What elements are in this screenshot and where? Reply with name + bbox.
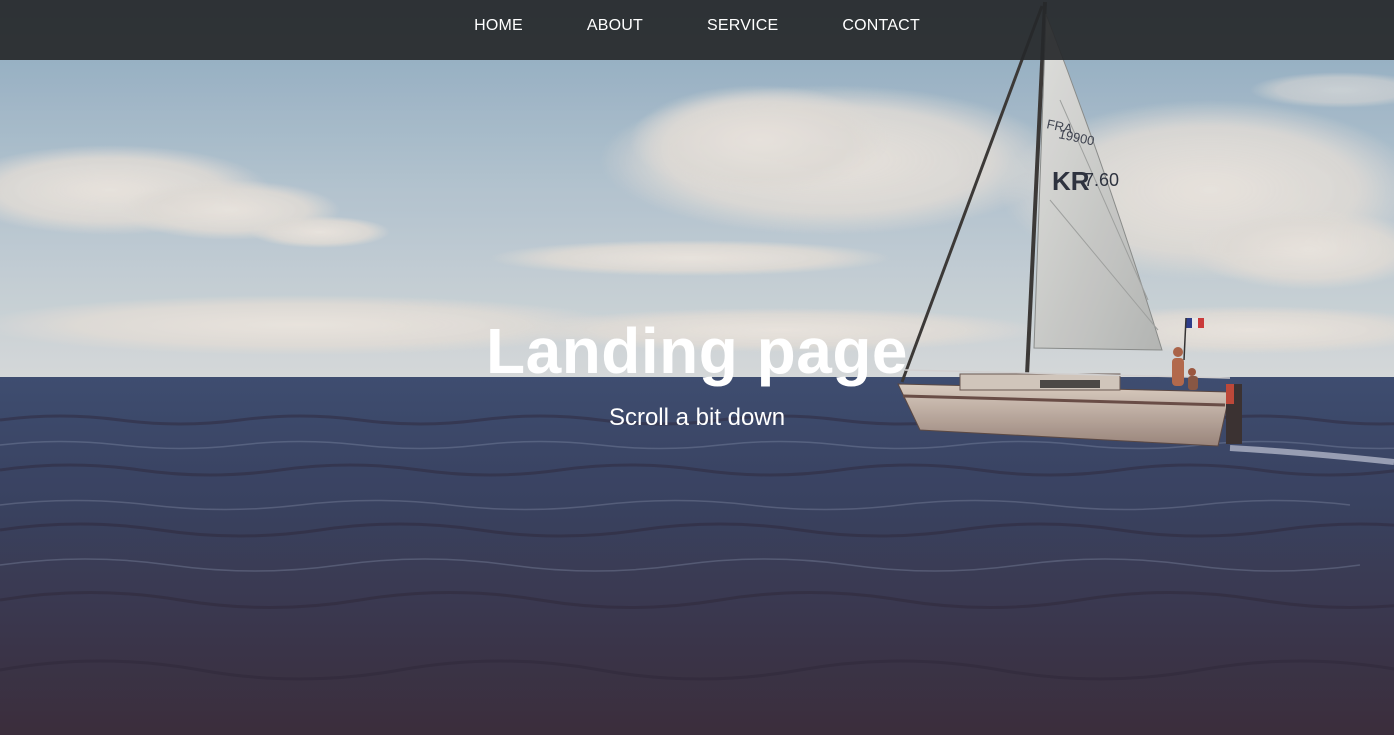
nav-item-contact: CONTACT	[810, 17, 952, 35]
nav-item-home: HOME	[442, 17, 555, 35]
nav-link-home[interactable]: HOME	[442, 17, 555, 34]
nav-link-service[interactable]: SERVICE	[675, 17, 810, 34]
nav-link-about[interactable]: ABOUT	[555, 17, 675, 34]
nav-item-about: ABOUT	[555, 17, 675, 35]
nav-link-contact[interactable]: CONTACT	[810, 17, 952, 34]
top-navbar: HOME ABOUT SERVICE CONTACT	[0, 0, 1394, 60]
hero-section: FRA 19900 KR 7.60 HOME ABOUT SERVICE CON…	[0, 0, 1394, 737]
hero-title: Landing page	[486, 315, 908, 387]
nav-list: HOME ABOUT SERVICE CONTACT	[442, 17, 952, 35]
nav-item-service: SERVICE	[675, 17, 810, 35]
hero-subtitle: Scroll a bit down	[608, 404, 786, 431]
hero-text-block: Landing page Scroll a bit down	[0, 312, 1394, 432]
